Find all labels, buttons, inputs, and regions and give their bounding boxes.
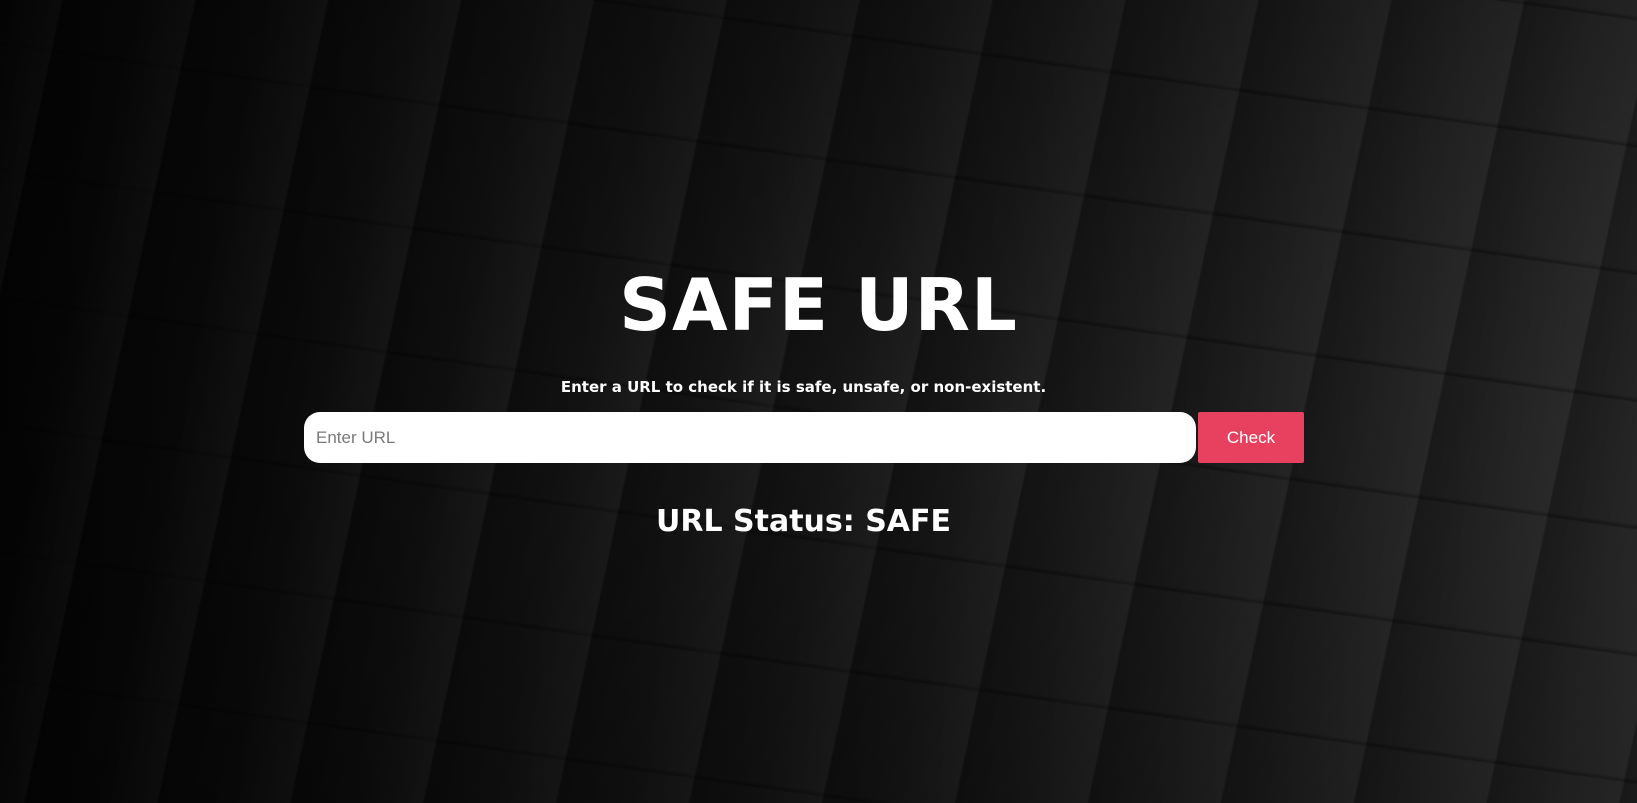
page-title: SAFE URL bbox=[619, 263, 1018, 347]
check-button[interactable]: Check bbox=[1198, 412, 1304, 463]
url-input[interactable] bbox=[304, 412, 1196, 463]
page-subtitle: Enter a URL to check if it is safe, unsa… bbox=[560, 378, 1047, 396]
main-container: SAFE URL Enter a URL to check if it is s… bbox=[0, 0, 1637, 803]
url-status-text: URL Status: SAFE bbox=[655, 504, 952, 539]
